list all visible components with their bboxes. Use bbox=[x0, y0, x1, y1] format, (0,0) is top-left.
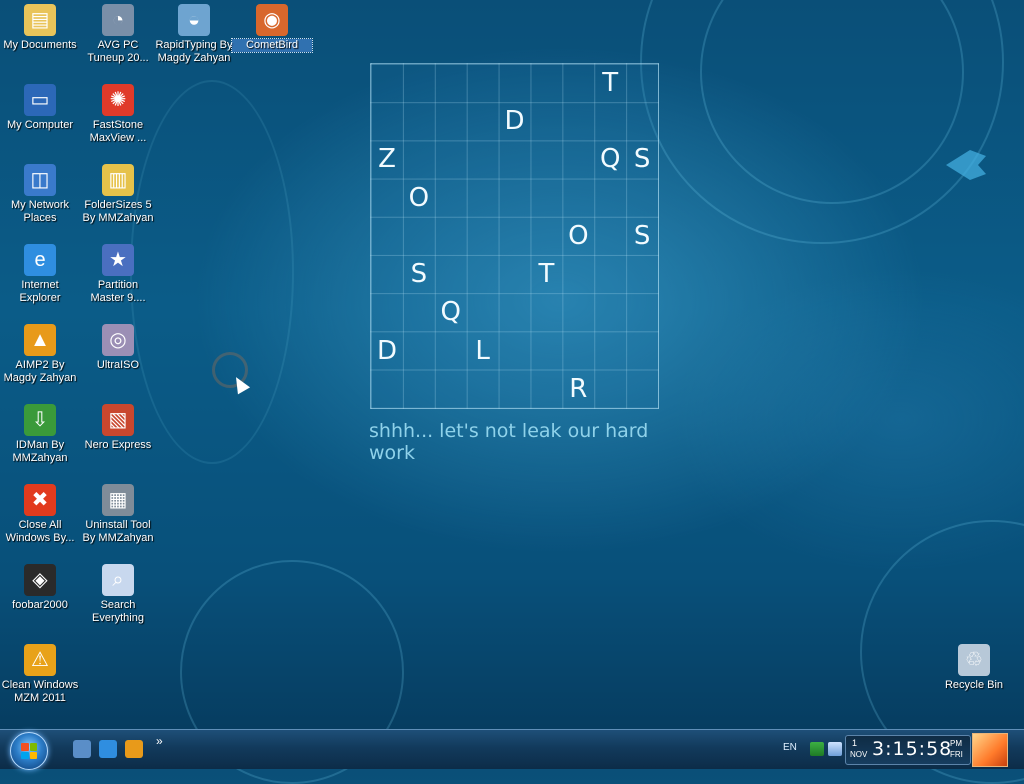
desktop-icon[interactable]: ♲ Recycle Bin bbox=[934, 640, 1014, 692]
idm-icon: ⇩ bbox=[24, 404, 56, 436]
aimp-icon: ▲ bbox=[24, 324, 56, 356]
desktop-icon[interactable]: ✺ FastStone MaxView ... bbox=[78, 80, 158, 145]
clock-month: NOV bbox=[850, 750, 868, 759]
desktop-icon[interactable]: ⌕ Search Everything bbox=[78, 560, 158, 625]
grid-letter: D bbox=[376, 335, 398, 366]
desktop-icon-label: AVG PC Tuneup 20... bbox=[87, 39, 149, 64]
security-shield-icon[interactable] bbox=[810, 742, 824, 756]
close-all-icon: ✖ bbox=[24, 484, 56, 516]
clock-weekday: FRI bbox=[950, 750, 963, 759]
internet-explorer-ql-icon[interactable] bbox=[99, 740, 117, 758]
grid-letter: Q bbox=[440, 297, 461, 328]
desktop-icon-label: My Documents bbox=[3, 39, 77, 51]
ultraiso-icon: ◎ bbox=[102, 324, 134, 356]
rapidtyping-icon: ◒ bbox=[178, 4, 210, 36]
desktop-icon[interactable]: ◈ foobar2000 bbox=[0, 560, 80, 612]
search-everything-icon: ⌕ bbox=[102, 564, 134, 596]
partition-master-icon: ★ bbox=[102, 244, 134, 276]
desktop-icon-label: Recycle Bin bbox=[944, 679, 1004, 691]
desktop-icon-label: My Network Places bbox=[10, 199, 70, 224]
desktop-icon[interactable]: ▭ My Computer bbox=[0, 80, 80, 132]
desktop-icon-label: Internet Explorer bbox=[19, 279, 61, 304]
desktop-icon-label: CometBird bbox=[231, 38, 313, 53]
quick-launch-overflow-button[interactable]: » bbox=[156, 734, 163, 748]
desktop-icon[interactable]: ▧ Nero Express bbox=[78, 400, 158, 452]
internet-explorer-icon: e bbox=[24, 244, 56, 276]
desktop-icon[interactable]: ▲ AIMP2 By Magdy Zahyan bbox=[0, 320, 80, 385]
clean-windows-icon: ⚠ bbox=[24, 644, 56, 676]
desktop-icon-label: My Computer bbox=[6, 119, 74, 131]
desktop-icon[interactable]: ▥ FolderSizes 5 By MMZahyan bbox=[78, 160, 158, 225]
desktop-icon-label: Search Everything bbox=[92, 599, 144, 624]
avg-tuneup-icon: ◔ bbox=[102, 4, 134, 36]
desktop-icon-label: Close All Windows By... bbox=[5, 519, 75, 544]
aimp-ql-icon[interactable] bbox=[125, 740, 143, 758]
grid-letter: L bbox=[475, 335, 490, 366]
desktop-icon-label: Uninstall Tool By MMZahyan bbox=[82, 519, 154, 544]
desktop-icon[interactable]: e Internet Explorer bbox=[0, 240, 80, 305]
show-desktop-ql-icon[interactable] bbox=[73, 740, 91, 758]
desktop-icon[interactable]: ✖ Close All Windows By... bbox=[0, 480, 80, 545]
clock-time: 3:15:58 bbox=[872, 738, 953, 760]
computer-icon: ▭ bbox=[24, 84, 56, 116]
desktop-icon-label: Nero Express bbox=[84, 439, 152, 451]
taskbar: » EN 1 NOV 3:15:58 PM FRI bbox=[0, 729, 1024, 770]
desktop-icon-label: AIMP2 By Magdy Zahyan bbox=[3, 359, 77, 384]
grid-letter: Z bbox=[378, 144, 396, 175]
desktop-icon[interactable]: ◔ AVG PC Tuneup 20... bbox=[78, 0, 158, 65]
clock[interactable]: 1 NOV 3:15:58 PM FRI bbox=[845, 735, 971, 765]
foobar2000-icon: ◈ bbox=[24, 564, 56, 596]
desktop-icon[interactable]: ▤ My Documents bbox=[0, 0, 80, 52]
desktop-icon[interactable]: ⇩ IDMan By MMZahyan bbox=[0, 400, 80, 465]
desktop-icon[interactable]: ◉ CometBird bbox=[231, 0, 313, 53]
windows-start-icon bbox=[21, 743, 37, 759]
desktop-icon-label: foobar2000 bbox=[12, 599, 68, 611]
desktop-icon-label: UltraISO bbox=[96, 359, 140, 371]
desktop-icon-label: IDMan By MMZahyan bbox=[12, 439, 68, 464]
start-button[interactable] bbox=[10, 732, 48, 770]
wallpaper-caption: shhh... let's not leak our hard work bbox=[369, 420, 649, 464]
recycle-bin-icon: ♲ bbox=[958, 644, 990, 676]
foldersizes-icon: ▥ bbox=[102, 164, 134, 196]
grid-letter: D bbox=[504, 106, 525, 137]
faststone-icon: ✺ bbox=[102, 84, 134, 116]
folder-documents-icon: ▤ bbox=[24, 4, 56, 36]
desktop-icon-label: FolderSizes 5 By MMZahyan bbox=[82, 199, 154, 224]
clock-ampm: PM bbox=[950, 739, 962, 748]
cometbird-icon: ◉ bbox=[256, 4, 288, 36]
desktop-icon-label: Partition Master 9.... bbox=[90, 279, 146, 304]
grid-letter: R bbox=[569, 373, 588, 404]
desktop-icon[interactable]: ◒ RapidTyping By Magdy Zahyan bbox=[154, 0, 234, 65]
grid-letter: T bbox=[602, 68, 619, 98]
desktop-icon-label: Clean Windows MZM 2011 bbox=[1, 679, 79, 704]
grid-letter: S bbox=[633, 220, 651, 251]
nero-express-icon: ▧ bbox=[102, 404, 134, 436]
language-indicator[interactable]: EN bbox=[783, 742, 797, 753]
desktop-icon[interactable]: ◫ My Network Places bbox=[0, 160, 80, 225]
clock-day: 1 bbox=[852, 738, 858, 748]
grid-letter: Q bbox=[599, 144, 621, 175]
grid-letter: S bbox=[633, 144, 651, 175]
desktop-icon[interactable]: ⚠ Clean Windows MZM 2011 bbox=[0, 640, 80, 705]
network-tray-icon[interactable] bbox=[828, 742, 842, 756]
grid-letter: O bbox=[568, 220, 589, 251]
uninstall-tool-icon: ▦ bbox=[102, 484, 134, 516]
desktop-icon[interactable]: ★ Partition Master 9.... bbox=[78, 240, 158, 305]
grid-letter: T bbox=[538, 259, 555, 290]
desktop-icon[interactable]: ▦ Uninstall Tool By MMZahyan bbox=[78, 480, 158, 545]
desktop-icon[interactable]: ◎ UltraISO bbox=[78, 320, 158, 372]
show-desktop-button[interactable] bbox=[972, 733, 1008, 767]
desktop-icon-label: RapidTyping By Magdy Zahyan bbox=[155, 39, 233, 64]
desktop-icon-label: FastStone MaxView ... bbox=[89, 119, 147, 144]
grid-letter: O bbox=[408, 182, 430, 213]
letter-grid: TDZQSOOSSTQDLR bbox=[370, 63, 659, 409]
grid-letter: S bbox=[410, 259, 428, 290]
network-places-icon: ◫ bbox=[24, 164, 56, 196]
